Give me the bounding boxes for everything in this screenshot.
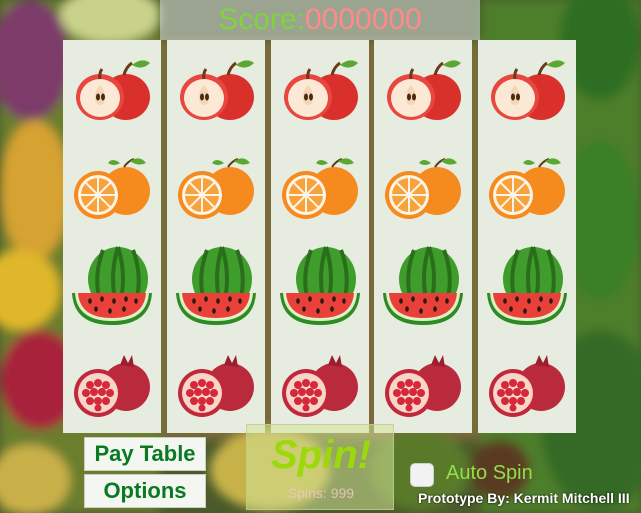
options-button[interactable]: Options <box>84 474 206 508</box>
reel-2 <box>167 40 265 433</box>
auto-spin-label: Auto Spin <box>446 462 533 484</box>
score-display: Score: 0000000 <box>160 0 480 40</box>
apple-icon <box>63 40 161 138</box>
reel-4 <box>374 40 472 433</box>
pomegranate-icon <box>167 334 265 432</box>
orange-icon <box>374 138 472 236</box>
watermelon-icon <box>63 236 161 334</box>
apple-icon <box>167 40 265 138</box>
watermelon-icon <box>374 236 472 334</box>
score-label: Score: <box>218 3 305 36</box>
orange-icon <box>271 138 369 236</box>
auto-spin-checkbox[interactable] <box>410 463 434 487</box>
reel-3 <box>271 40 369 433</box>
pay-table-button[interactable]: Pay Table <box>84 437 206 471</box>
spin-button[interactable]: Spin! Spins: 999 <box>246 424 394 510</box>
pomegranate-icon <box>478 334 576 432</box>
pomegranate-icon <box>63 334 161 432</box>
pomegranate-icon <box>374 334 472 432</box>
credit-text: Prototype By: Kermit Mitchell III <box>418 490 630 506</box>
apple-icon <box>374 40 472 138</box>
orange-icon <box>63 138 161 236</box>
orange-icon <box>167 138 265 236</box>
watermelon-icon <box>167 236 265 334</box>
apple-icon <box>271 40 369 138</box>
spins-remaining: Spins: 999 <box>287 485 355 501</box>
pomegranate-icon <box>271 334 369 432</box>
watermelon-icon <box>271 236 369 334</box>
reel-5 <box>478 40 576 433</box>
reel-1 <box>63 40 161 433</box>
apple-icon <box>478 40 576 138</box>
spin-label: Spin! <box>271 433 371 477</box>
orange-icon <box>478 138 576 236</box>
watermelon-icon <box>478 236 576 334</box>
score-value: 0000000 <box>304 3 422 36</box>
